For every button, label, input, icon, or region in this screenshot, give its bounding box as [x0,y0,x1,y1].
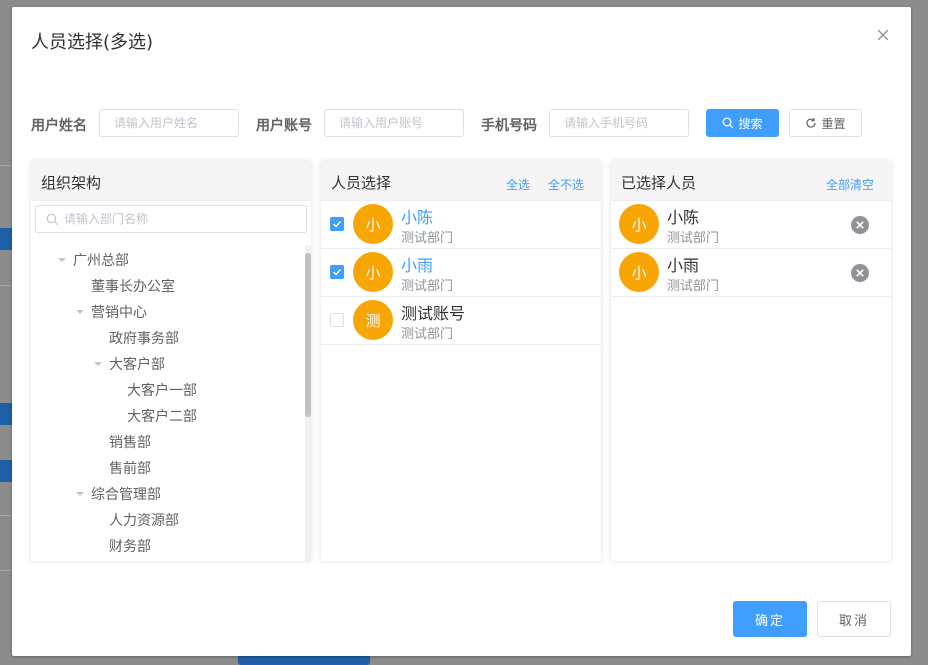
selected-panel-title: 已选择人员 [621,174,697,192]
avatar: 小 [619,204,659,244]
user-dept: 测试部门 [667,231,720,246]
user-name-input[interactable] [99,109,239,137]
selected-panel-header: 已选择人员 全部清空 [611,161,891,201]
cancel-button[interactable]: 取消 [817,601,891,637]
background-divider [0,570,12,571]
user-dept: 测试部门 [667,279,720,294]
org-panel-header: 组织架构 [31,161,311,201]
search-form: 用户姓名 用户账号 手机号码 搜索 重置 [31,109,901,137]
refresh-icon [805,117,817,129]
user-account-input[interactable] [324,109,464,137]
remove-circle-icon[interactable] [851,264,869,282]
user-select-panel: 人员选择 全选 全不选 小 小陈 测试部门 小 小雨 测试部门 测 测试账号 测… [321,161,601,561]
search-icon [46,213,59,226]
user-row[interactable]: 小 小陈 测试部门 [321,201,601,249]
caret-down-icon[interactable] [93,359,103,369]
confirm-button[interactable]: 确定 [733,601,807,637]
user-checkbox[interactable] [330,217,344,231]
avatar: 小 [353,252,393,292]
tree-node-label: 营销中心 [91,305,147,321]
tree-node-marketing-center[interactable]: 营销中心 [75,299,147,325]
close-icon[interactable] [875,27,891,43]
search-button[interactable]: 搜索 [706,109,779,137]
user-panel-header: 人员选择 全选 全不选 [321,161,601,201]
selected-user-row: 小 小陈 测试部门 [611,201,891,249]
user-checkbox[interactable] [330,265,344,279]
tree-node-label: 大客户二部 [127,409,197,425]
background-button [0,460,12,482]
user-row[interactable]: 测 测试账号 测试部门 [321,297,601,345]
search-icon [722,117,734,129]
clear-all-link[interactable]: 全部清空 [826,176,874,193]
avatar: 小 [619,252,659,292]
phone-input[interactable] [549,109,689,137]
reset-button-label: 重置 [821,116,846,131]
org-panel-title: 组织架构 [41,174,102,192]
tree-node-label: 人力资源部 [109,513,179,529]
tree-node-government-affairs[interactable]: 政府事务部 [93,325,179,351]
user-name: 小陈 [667,208,700,227]
user-name: 小陈 [401,208,434,227]
tree-node-guangzhou-hq[interactable]: 广州总部 [57,247,129,273]
tree-node-general-management[interactable]: 综合管理部 [75,481,161,507]
background-button [238,655,370,665]
user-row[interactable]: 小 小雨 测试部门 [321,249,601,297]
check-icon [332,220,342,228]
user-panel-title: 人员选择 [331,174,392,192]
user-checkbox[interactable] [330,313,344,327]
tree-node-chairman-office[interactable]: 董事长办公室 [75,273,175,299]
tree-node-label: 大客户一部 [127,383,197,399]
user-name-label: 用户姓名 [31,118,87,134]
caret-down-icon[interactable] [75,489,85,499]
tree-node-label: 董事长办公室 [91,279,175,295]
caret-down-icon[interactable] [75,307,85,317]
avatar: 小 [353,204,393,244]
user-account-label: 用户账号 [256,118,312,134]
user-name: 测试账号 [401,304,466,323]
person-select-dialog: 人员选择(多选) 用户姓名 用户账号 手机号码 搜索 重置 组织架构 [12,7,911,656]
avatar: 测 [353,300,393,340]
dialog-title: 人员选择(多选) [31,32,154,53]
check-icon [332,268,342,276]
reset-button[interactable]: 重置 [789,109,862,137]
tree-scrollbar-thumb[interactable] [305,253,311,417]
tree-node-finance[interactable]: 财务部 [93,533,151,559]
dept-search-box [35,205,307,233]
user-name: 小雨 [667,256,700,275]
selected-user-row: 小 小雨 测试部门 [611,249,891,297]
tree-node-key-accounts[interactable]: 大客户部 [93,351,165,377]
user-dept: 测试部门 [401,231,454,246]
user-name: 小雨 [401,256,434,275]
background-divider [0,515,12,516]
tree-node-label: 综合管理部 [91,487,161,503]
tree-node-key-accounts-2[interactable]: 大客户二部 [111,403,197,429]
tree-node-label: 政府事务部 [109,331,179,347]
background-button [0,403,12,425]
tree-node-key-accounts-1[interactable]: 大客户一部 [111,377,197,403]
tree-node-label: 售前部 [109,461,151,477]
user-dept: 测试部门 [401,327,454,342]
tree-node-label: 销售部 [109,435,151,451]
tree-node-sales[interactable]: 销售部 [93,429,151,455]
selected-users-panel: 已选择人员 全部清空 小 小陈 测试部门 小 小雨 测试部门 [611,161,891,561]
remove-circle-icon[interactable] [851,216,869,234]
tree-node-label: 大客户部 [109,357,165,373]
user-dept: 测试部门 [401,279,454,294]
tree-node-presales[interactable]: 售前部 [93,455,151,481]
background-divider [0,165,12,166]
dept-search-input[interactable] [64,206,302,232]
background-button [0,228,12,250]
caret-down-icon[interactable] [57,255,67,265]
tree-node-hr[interactable]: 人力资源部 [93,507,179,533]
tree-node-label: 广州总部 [73,253,129,269]
org-tree: 广州总部 董事长办公室 营销中心 政府事务部 大客户部 大客户一部 大客户二部 … [31,245,306,561]
select-all-link[interactable]: 全选 [506,176,530,193]
deselect-all-link[interactable]: 全不选 [548,176,584,193]
org-panel: 组织架构 广州总部 董事长办公室 营销中心 政府事务部 [31,161,311,561]
background-divider [0,285,12,286]
phone-label: 手机号码 [481,118,537,134]
search-button-label: 搜索 [738,116,763,131]
tree-node-label: 财务部 [109,539,151,555]
